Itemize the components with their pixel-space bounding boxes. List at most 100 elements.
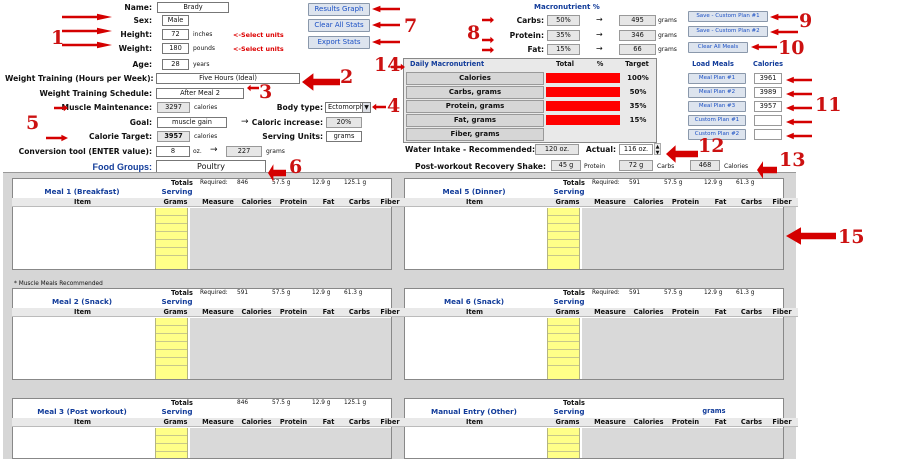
meal-required-value: 12.9 g	[312, 290, 331, 296]
meal-grams-column[interactable]	[155, 318, 188, 379]
export-stats-button[interactable]: Export Stats	[308, 36, 370, 49]
weight-training-label: Weight Training (Hours per Week):	[5, 74, 154, 83]
meal-column-header: Calories	[238, 418, 275, 427]
serving-units-label: Serving Units:	[262, 132, 323, 141]
meal-grams-column[interactable]	[155, 428, 188, 458]
plan-calories: 3961	[754, 73, 782, 84]
macro-carbs-pct[interactable]: 50%	[547, 15, 580, 26]
meal-column-header: Item	[404, 418, 545, 427]
arrow-right-icon	[482, 36, 494, 44]
meal-required-value: 591	[237, 290, 249, 296]
plan-calories	[754, 129, 782, 140]
clear-all-meals-button[interactable]: Clear All Meals	[688, 42, 748, 53]
annotation-number-12: 12	[698, 135, 725, 157]
meal-required-value: 12.9 g	[704, 290, 723, 296]
meal-item-list[interactable]	[405, 428, 545, 458]
calories-header: Calories	[753, 60, 783, 68]
body-type-dropdown-icon[interactable]: ▼	[362, 102, 371, 113]
height-field[interactable]: 72	[162, 29, 189, 40]
macro-fat-pct[interactable]: 15%	[547, 44, 580, 55]
clear-all-stats-button[interactable]: Clear All Stats	[308, 19, 370, 32]
meal-item-list[interactable]	[405, 318, 545, 379]
plan-calories	[754, 115, 782, 126]
schedule-field[interactable]: After Meal 2	[156, 88, 244, 99]
load-plan-button[interactable]: Meal Plan #3	[688, 101, 746, 112]
conversion-input[interactable]: 8	[156, 146, 190, 157]
annotation-number-13: 13	[779, 149, 806, 171]
age-label: Age:	[132, 60, 153, 69]
arrow-right-icon	[62, 41, 112, 49]
meal-column-header: Protein	[275, 418, 312, 427]
arrow-right-icon	[62, 13, 112, 21]
load-plan-button[interactable]: Meal Plan #2	[688, 87, 746, 98]
daily-row-bar	[546, 73, 620, 83]
save-custom-plan-1-button[interactable]: Save - Custom Plan #1	[688, 11, 768, 22]
conversion-label: Conversion tool (ENTER value):	[18, 147, 152, 156]
meal-item-list[interactable]	[13, 208, 153, 269]
meal-column-header: Fat	[312, 198, 345, 207]
meal-required-value: 57.5 g	[664, 290, 683, 296]
goal-field[interactable]: muscle gain	[157, 117, 227, 128]
arrow-left-icon	[786, 225, 836, 247]
annotation-number-14: 14	[374, 54, 401, 76]
meal-grams-column[interactable]	[547, 428, 580, 458]
sex-field[interactable]: Male	[162, 15, 189, 26]
save-custom-plan-2-button[interactable]: Save - Custom Plan #2	[688, 26, 768, 37]
meal-required-value: 591	[629, 290, 641, 296]
age-unit: years	[193, 61, 210, 68]
meal-column-header: Item	[404, 308, 545, 317]
weight-field[interactable]: 180	[162, 43, 189, 54]
macro-carbs-label: Carbs:	[516, 16, 544, 25]
serving-units-field[interactable]: grams	[326, 131, 362, 142]
meal-grams-column[interactable]	[155, 208, 188, 269]
meal-grams-column[interactable]	[547, 208, 580, 269]
meal-grams-column[interactable]	[547, 318, 580, 379]
weight-training-field[interactable]: Five Hours (Ideal)	[156, 73, 300, 84]
meal-column-header: Carbs	[345, 418, 374, 427]
meal-column-header: Calories	[630, 418, 667, 427]
age-field[interactable]: 28	[162, 59, 189, 70]
meal-required-value: 57.5 g	[272, 290, 291, 296]
meal-column-header: Carbs	[345, 198, 374, 207]
meal-column-header: Fat	[704, 418, 737, 427]
meal-serving-label: Serving	[553, 187, 585, 196]
meal-title: Meal 3 (Post workout)	[37, 407, 127, 416]
meal-column-header: Grams	[545, 418, 590, 427]
results-graph-button[interactable]: Results Graph	[308, 3, 370, 16]
meal-column-header: Measure	[590, 308, 630, 317]
water-actual-label: Actual:	[585, 145, 616, 154]
meal-column-header: Item	[12, 308, 153, 317]
food-groups-label: Food Groups:	[92, 162, 153, 172]
load-plan-button[interactable]: Meal Plan #1	[688, 73, 746, 84]
meal-column-header: Calories	[630, 308, 667, 317]
meal-required-value: 591	[629, 180, 641, 186]
water-spinner-icon[interactable]: ▲ ▼	[654, 143, 661, 156]
load-plan-button[interactable]: Custom Plan #1	[688, 115, 746, 126]
muscle-maintenance-label: Muscle Maintenance:	[61, 103, 152, 112]
daily-row-label: Protein, grams	[406, 100, 544, 113]
water-recommended: 120 oz.	[535, 144, 579, 155]
meal-item-list[interactable]	[13, 318, 153, 379]
meal-nutrient-columns	[190, 208, 391, 269]
meal-item-list[interactable]	[13, 428, 153, 458]
conversion-arrow: →	[210, 145, 218, 155]
shake-calories-unit: Calories	[724, 163, 749, 170]
meal-required-label: Required:	[200, 290, 228, 296]
meal-column-header: Measure	[590, 418, 630, 427]
meal-column-header: Grams	[545, 198, 590, 207]
macro-protein-grams: 346	[619, 30, 656, 41]
macro-fat-label: Fat:	[527, 45, 544, 54]
name-field[interactable]: Brady	[157, 2, 229, 13]
meal-item-list[interactable]	[405, 208, 545, 269]
meal-serving-label: Serving	[553, 297, 585, 306]
meal-required-value: 125.1 g	[344, 180, 367, 186]
macro-protein-pct[interactable]: 35%	[547, 30, 580, 41]
meal-column-header: Grams	[153, 308, 198, 317]
meal-column-header: Protein	[667, 308, 704, 317]
arrow-right-icon	[62, 27, 112, 35]
meal-column-header: Fat	[312, 308, 345, 317]
daily-row-label: Calories	[406, 72, 544, 85]
arrow-left-icon	[786, 76, 812, 84]
plan-calories: 3989	[754, 87, 782, 98]
meal-totals-label: Totals	[563, 179, 585, 187]
